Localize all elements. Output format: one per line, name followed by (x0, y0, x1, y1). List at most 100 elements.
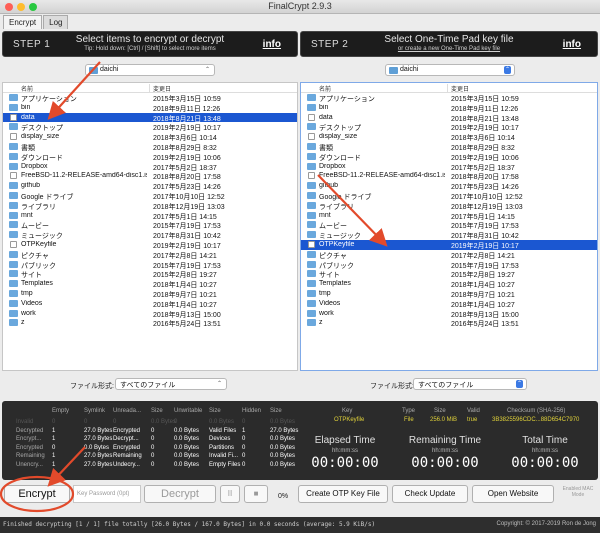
tab-encrypt[interactable]: Encrypt (3, 15, 43, 29)
stats-cell: 0.0 Bytes (174, 462, 200, 468)
file-row[interactable]: 書類 2018年8月29日 8:32 (3, 142, 297, 152)
file-row[interactable]: パブリック 2015年7月19日 17:53 (3, 260, 297, 270)
file-row[interactable]: パブリック 2015年7月19日 17:53 (301, 260, 597, 270)
file-row[interactable]: FreeBSD-11.2-RELEASE-amd64-disc1.iso 2018… (3, 171, 297, 181)
file-row[interactable]: tmp 2018年9月7日 10:21 (3, 289, 297, 299)
file-row[interactable]: github 2017年5月23日 14:26 (3, 181, 297, 191)
file-row[interactable]: mnt 2017年5月1日 14:15 (301, 211, 597, 221)
right-format-label: ファイル形式: (370, 383, 414, 390)
name-column-header[interactable]: 名前 (319, 84, 331, 93)
mac-mode-toggle[interactable]: Enabled MAC Mode (560, 486, 596, 498)
file-row[interactable]: bin 2018年9月11日 12:26 (301, 103, 597, 113)
file-row[interactable]: data 2018年8月21日 13:48 (3, 112, 297, 123)
file-row[interactable]: FreeBSD-11.2-RELEASE-amd64-disc1.iso 2018… (301, 171, 597, 181)
key-password-field[interactable]: Key Password (0pt) (73, 485, 141, 503)
document-icon (308, 172, 315, 180)
file-name: Templates (319, 280, 351, 288)
file-row[interactable]: ダウンロード 2019年2月19日 10:06 (301, 152, 597, 162)
window-title: FinalCrypt 2.9.3 (268, 1, 332, 11)
file-row[interactable]: 書類 2018年8月29日 8:32 (301, 142, 597, 152)
file-row[interactable]: data 2018年8月21日 13:48 (301, 113, 597, 123)
file-row[interactable]: サイト 2015年2月8日 19:27 (3, 269, 297, 279)
file-name: data (319, 113, 333, 121)
home-folder-icon (389, 67, 398, 74)
right-format-select[interactable]: すべてのファイル ⌃ (413, 378, 527, 390)
left-file-list[interactable]: 名前 変更日 アプリケーション 2015年3月15日 10:59 bin 2018年9… (2, 82, 298, 371)
file-row[interactable]: アプリケーション 2015年3月15日 10:59 (3, 93, 297, 103)
file-row[interactable]: display_size 2018年3月6日 10:14 (301, 132, 597, 142)
name-column-header[interactable]: 名前 (21, 84, 33, 93)
file-name: Videos (21, 299, 43, 307)
file-row[interactable]: ミュージック 2017年8月31日 10:42 (3, 230, 297, 240)
stop-button[interactable]: ■ (244, 485, 268, 503)
key-file-name: OTPKeyfile (334, 417, 365, 423)
file-row[interactable]: work 2018年9月13日 15:00 (3, 309, 297, 319)
file-row[interactable]: github 2017年5月23日 14:26 (301, 181, 597, 191)
file-row[interactable]: z 2016年5月24日 13:51 (301, 318, 597, 328)
file-row[interactable]: デスクトップ 2019年2月19日 10:17 (301, 122, 597, 132)
file-row[interactable]: tmp 2018年9月7日 10:21 (301, 289, 597, 299)
file-row[interactable]: ピクチャ 2017年2月8日 14:21 (301, 250, 597, 260)
file-row[interactable]: mnt 2017年5月1日 14:15 (3, 211, 297, 221)
timer-sub: hh:mm:ss (331, 448, 358, 454)
file-name: work (319, 309, 334, 317)
tab-log[interactable]: Log (43, 15, 69, 29)
file-row[interactable]: ミュージック 2017年8月31日 10:42 (301, 230, 597, 240)
left-folder-value: daichi (100, 66, 119, 73)
file-row[interactable]: Google ドライブ 2017年10月10日 12:52 (301, 191, 597, 201)
file-row[interactable]: アプリケーション 2015年3月15日 10:59 (301, 93, 597, 103)
file-date: 2016年5月24日 13:51 (451, 321, 519, 329)
stats-row-label: Unencry... (16, 462, 43, 468)
step1-info-link[interactable]: info (263, 39, 281, 50)
file-row[interactable]: ムービー 2015年7月19日 17:53 (3, 220, 297, 230)
stats-cell: 0 (52, 419, 56, 425)
decrypt-button[interactable]: Decrypt (144, 485, 216, 503)
folder-icon (307, 201, 316, 209)
open-website-button[interactable]: Open Website (472, 485, 554, 503)
file-row[interactable]: Google ドライブ 2017年10月10日 12:52 (3, 191, 297, 201)
right-folder-select[interactable]: daichi ⌃ (385, 64, 515, 76)
step2-create-link[interactable]: or create a new One-Time Pad key file (301, 46, 597, 52)
folder-icon (307, 94, 316, 101)
file-row[interactable]: ダウンロード 2019年2月19日 10:06 (3, 152, 297, 162)
check-update-button[interactable]: Check Update (392, 485, 468, 503)
file-row[interactable]: サイト 2015年2月8日 19:27 (301, 269, 597, 279)
left-format-select[interactable]: すべてのファイル ⌃ (115, 378, 227, 390)
folder-icon (307, 299, 316, 307)
file-row[interactable]: ピクチャ 2017年2月8日 14:21 (3, 250, 297, 260)
file-row[interactable]: Templates 2018年1月4日 10:27 (3, 279, 297, 289)
file-row[interactable]: デスクトップ 2019年2月19日 10:17 (3, 122, 297, 132)
file-row[interactable]: display_size 2018年3月6日 10:14 (3, 132, 297, 142)
file-row[interactable]: OTPKeyfile 2019年2月19日 10:17 (3, 240, 297, 250)
file-row[interactable]: ムービー 2015年7月19日 17:53 (301, 220, 597, 230)
title-bar: FinalCrypt 2.9.3 (0, 0, 600, 14)
file-row[interactable]: bin 2018年9月11日 12:26 (3, 103, 297, 113)
date-column-header[interactable]: 変更日 (451, 84, 469, 93)
valid-column-header: Valid (467, 408, 480, 414)
stats-row-label: Encrypted (16, 444, 44, 451)
file-row[interactable]: z 2016年5月24日 13:51 (3, 318, 297, 328)
file-row[interactable]: Dropbox 2017年5月2日 18:37 (3, 162, 297, 172)
file-name: mnt (319, 211, 331, 219)
stats-column-header: Symlink (84, 408, 106, 414)
create-otp-key-file-button[interactable]: Create OTP Key File (298, 485, 388, 503)
file-row[interactable]: ライブラリ 2018年12月19日 13:03 (3, 201, 297, 211)
right-format-value: すべてのファイル (418, 382, 474, 389)
right-file-list[interactable]: 名前 変更日 アプリケーション 2015年3月15日 10:59 bin 2018年9… (300, 82, 598, 371)
file-row[interactable]: ライブラリ 2018年12月19日 13:03 (301, 201, 597, 211)
stats-cell: Encrypted (113, 444, 141, 451)
timer-value: 00:00:00 (311, 455, 379, 471)
file-row[interactable]: Templates 2018年1月4日 10:27 (301, 279, 597, 289)
file-row[interactable]: work 2018年9月13日 15:00 (301, 309, 597, 319)
pause-button[interactable]: II (220, 485, 240, 503)
file-name: mnt (21, 211, 33, 219)
left-folder-select[interactable]: daichi ⌃ (85, 64, 215, 76)
date-column-header[interactable]: 変更日 (153, 84, 171, 93)
folder-icon (9, 289, 18, 297)
encrypt-button[interactable]: Encrypt (4, 485, 70, 503)
file-row[interactable]: OTPKeyfile 2019年2月19日 10:17 (301, 239, 597, 250)
step2-info-link[interactable]: info (563, 39, 581, 50)
file-row[interactable]: Videos 2018年1月4日 10:27 (3, 299, 297, 309)
file-row[interactable]: Videos 2018年1月4日 10:27 (301, 299, 597, 309)
file-row[interactable]: Dropbox 2017年5月2日 18:37 (301, 162, 597, 172)
